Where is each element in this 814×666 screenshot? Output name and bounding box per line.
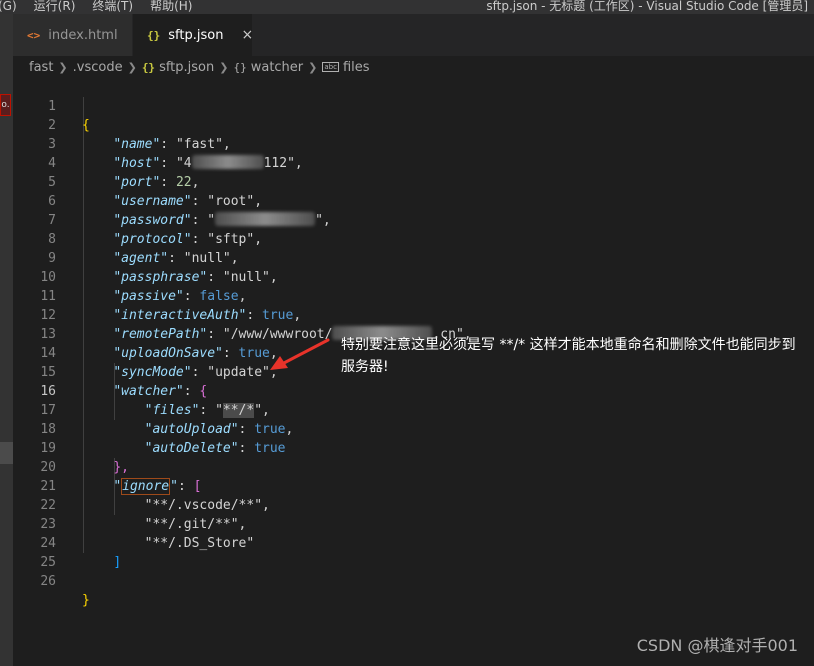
chevron-right-icon: ❯ — [58, 60, 68, 74]
code-line: 9 "passphrase": "null", — [13, 230, 814, 285]
code-line: 25 — [13, 534, 814, 570]
code-line: 17 "autoUpload": true, — [13, 382, 814, 437]
red-arrow-icon — [270, 338, 330, 370]
code-line: 6 "password": " ", — [13, 173, 814, 228]
code-line: 10 "passive": false, — [13, 249, 814, 304]
title-bar: (G) 运行(R) 终端(T) 帮助(H) sftp.json - 无标题 (工… — [0, 0, 814, 14]
code-line: 19 }, — [13, 420, 814, 475]
code-line: 20 "ignore": [ — [13, 439, 814, 495]
code-line: 23 "**/.DS_Store" — [13, 496, 814, 551]
menu-bar: (G) 运行(R) 终端(T) 帮助(H) — [0, 0, 209, 13]
object-symbol-icon: {} — [233, 60, 247, 74]
activity-bar: o. — [0, 14, 13, 666]
code-line: 5 "username": "root", — [13, 154, 814, 209]
menu-item-help[interactable]: 帮助(H) — [150, 0, 192, 13]
code-line: 18 "autoDelete": true — [13, 401, 814, 456]
breadcrumb-fast[interactable]: fast — [29, 60, 53, 75]
menu-item-go[interactable]: (G) — [0, 0, 17, 13]
html-file-icon: <> — [27, 28, 41, 42]
code-line: 26 } — [13, 553, 814, 608]
code-line: 1 { — [13, 78, 814, 133]
breadcrumb: fast ❯ .vscode ❯ {} sftp.json ❯ {} watch… — [29, 56, 814, 78]
code-line: 2 "name": "fast", — [13, 97, 814, 152]
json-file-icon: {} — [141, 60, 156, 74]
breadcrumb-sftp-json[interactable]: sftp.json — [159, 60, 214, 75]
extension-alert-icon[interactable]: o. — [0, 94, 11, 116]
breadcrumb-watcher[interactable]: watcher — [251, 60, 303, 75]
breadcrumb-files[interactable]: files — [343, 60, 370, 75]
breadcrumb-vscode[interactable]: .vscode — [73, 60, 123, 75]
line-number: 26 — [40, 574, 56, 589]
watermark: CSDN @棋逢对手001 — [636, 636, 798, 655]
code-line: 13 "uploadOnSave": true, — [13, 306, 814, 361]
window-title: sftp.json - 无标题 (工作区) - Visual Studio Co… — [486, 0, 808, 13]
chevron-right-icon: ❯ — [219, 60, 229, 74]
close-icon[interactable]: × — [241, 27, 253, 43]
activity-indicator[interactable] — [0, 442, 13, 464]
chevron-right-icon: ❯ — [308, 60, 318, 74]
code-line: 3 "host": "4 112", — [13, 116, 814, 171]
code-line: 4 "port": 22, — [13, 135, 814, 190]
code-line: 24 ] — [13, 515, 814, 570]
editor-tabs: <> index.html {} sftp.json × — [13, 14, 814, 56]
tab-label: sftp.json — [168, 27, 224, 43]
chevron-right-icon: ❯ — [127, 60, 137, 74]
menu-item-run[interactable]: 运行(R) — [34, 0, 76, 13]
menu-item-terminal[interactable]: 终端(T) — [92, 0, 133, 13]
code-line: 22 "**/.git/**", — [13, 477, 814, 532]
brace: } — [82, 593, 90, 608]
code-line: 8 "agent": "null", — [13, 211, 814, 266]
code-line: 21 "**/.vscode/**", — [13, 458, 814, 513]
string-symbol-icon: abc — [322, 62, 339, 72]
tab-index-html[interactable]: <> index.html — [13, 14, 133, 56]
code-line: 11 "interactiveAuth": true, — [13, 268, 814, 323]
json-file-icon: {} — [147, 28, 161, 42]
code-line: 12 "remotePath": "/www/wwwroot/.cn", — [13, 287, 814, 342]
annotation-note: 特别要注意这里必须是写 **/* 这样才能本地重命名和删除文件也能同步到服务器! — [341, 337, 796, 375]
code-line: 7 "protocol": "sftp", — [13, 192, 814, 247]
tab-label: index.html — [48, 27, 118, 43]
tab-sftp-json[interactable]: {} sftp.json × — [133, 14, 253, 56]
